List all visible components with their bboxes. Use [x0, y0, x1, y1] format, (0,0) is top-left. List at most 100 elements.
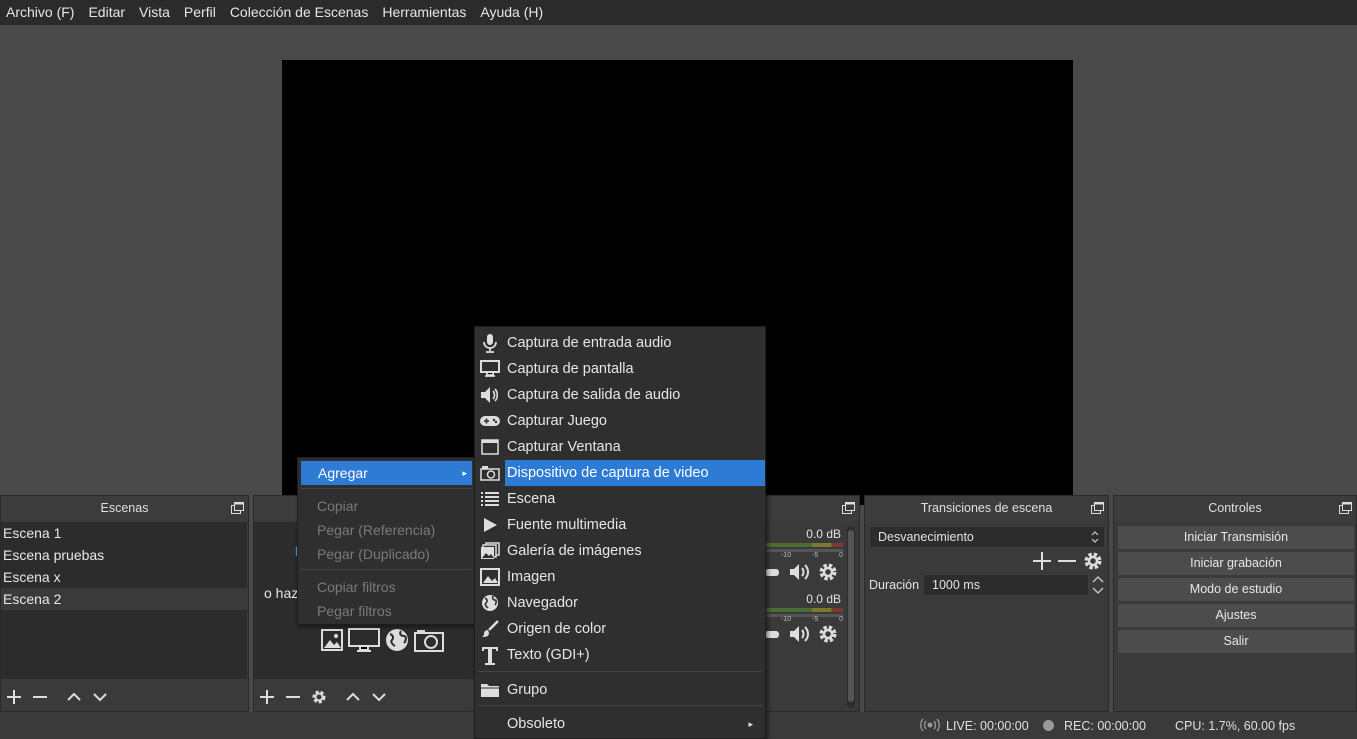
undock-icon[interactable]: [842, 502, 855, 514]
scene-item[interactable]: Escena pruebas: [1, 544, 247, 566]
add-transition-icon[interactable]: [1032, 551, 1052, 574]
scenes-toolbar: [1, 683, 248, 711]
audio-mixer-dock: 0.0 dB -10 -5 0 0.0 dB -10 -5 0: [764, 495, 860, 712]
submenu-arrow-icon: ▸: [462, 468, 467, 478]
exit-button[interactable]: Salir: [1118, 630, 1354, 653]
submenu-item-color-source[interactable]: Origen de color: [475, 616, 765, 642]
controls-dock: Controles Iniciar Transmisión Iniciar gr…: [1113, 495, 1357, 712]
duration-stepper-icon[interactable]: [1091, 573, 1105, 600]
menu-item-copiar-filtros[interactable]: Copiar filtros: [298, 575, 474, 599]
menu-archivo[interactable]: Archivo (F): [0, 0, 82, 25]
brush-icon: [475, 616, 505, 642]
submenu-item-game-capture[interactable]: Capturar Juego: [475, 408, 765, 434]
menu-separator: [478, 671, 762, 672]
duration-input[interactable]: 1000 ms: [923, 574, 1089, 596]
move-up-icon[interactable]: [65, 688, 83, 706]
cpu-status: CPU: 1.7%, 60.00 fps: [1175, 719, 1296, 733]
start-recording-button[interactable]: Iniciar grabación: [1118, 552, 1354, 575]
speaker-mute-icon[interactable]: [788, 562, 810, 585]
submenu-item-image-slideshow[interactable]: Galería de imágenes: [475, 538, 765, 564]
camera-icon: [414, 630, 444, 652]
menu-item-agregar[interactable]: Agregar ▸: [301, 461, 472, 485]
source-move-up-icon[interactable]: [344, 688, 362, 706]
chevron-updown-icon: [1090, 529, 1100, 551]
menu-coleccion-escenas[interactable]: Colección de Escenas: [224, 0, 377, 25]
add-source-icon[interactable]: [258, 688, 276, 706]
submenu-item-image[interactable]: Imagen: [475, 564, 765, 590]
menu-item-pegar-referencia[interactable]: Pegar (Referencia): [298, 518, 474, 542]
volume-slider-handle[interactable]: [765, 569, 779, 576]
submenu-item-audio-output[interactable]: Captura de salida de audio: [475, 382, 765, 408]
submenu-item-video-capture-device[interactable]: Dispositivo de captura de video: [475, 460, 765, 486]
monitor-icon: [475, 356, 505, 382]
highlighted-label: Dispositivo de captura de video: [505, 460, 765, 486]
menu-separator: [301, 488, 472, 489]
undock-icon[interactable]: [1091, 502, 1104, 514]
remove-transition-icon[interactable]: [1057, 551, 1077, 574]
microphone-icon: [475, 330, 505, 356]
transition-select[interactable]: Desvanecimiento: [869, 526, 1105, 548]
remove-source-icon[interactable]: [284, 688, 302, 706]
mixer-gear-icon[interactable]: [818, 624, 838, 647]
scene-item[interactable]: Escena x: [1, 566, 247, 588]
image-icon: [475, 564, 505, 590]
speaker-mute-icon[interactable]: [788, 624, 810, 647]
menu-bar: Archivo (F) Editar Vista Perfil Colecció…: [0, 0, 1357, 25]
mixer-gear-icon[interactable]: [818, 562, 838, 585]
transition-gear-icon[interactable]: [1083, 551, 1103, 574]
submenu-item-group[interactable]: Grupo: [475, 677, 765, 703]
globe-icon: [386, 629, 408, 651]
monitor-icon: [348, 628, 380, 652]
submenu-item-screen-capture[interactable]: Captura de pantalla: [475, 356, 765, 382]
submenu-item-obsolete[interactable]: Obsoleto ▸: [475, 711, 765, 737]
volume-meter: [765, 608, 843, 612]
menu-vista[interactable]: Vista: [133, 0, 178, 25]
speaker-icon: [475, 382, 505, 408]
camera-icon: [475, 460, 505, 486]
duration-value: 1000 ms: [932, 578, 980, 592]
source-move-down-icon[interactable]: [370, 688, 388, 706]
menu-herramientas[interactable]: Herramientas: [376, 0, 474, 25]
mixer-db-value: 0.0 dB: [806, 592, 841, 606]
mixer-dock-title: [765, 496, 859, 521]
source-properties-gear-icon[interactable]: [310, 688, 328, 706]
menu-item-pegar-filtros[interactable]: Pegar filtros: [298, 599, 474, 623]
meter-scale: -10 -5 0: [781, 616, 843, 623]
controls-dock-title: Controles: [1114, 496, 1356, 521]
menu-separator: [478, 705, 762, 706]
studio-mode-button[interactable]: Modo de estudio: [1118, 578, 1354, 601]
mixer-scrollbar-thumb[interactable]: [848, 530, 854, 702]
scene-item[interactable]: Escena 1: [1, 522, 247, 544]
submenu-item-scene[interactable]: Escena: [475, 486, 765, 512]
volume-slider-handle[interactable]: [765, 631, 779, 638]
submenu-item-media-source[interactable]: Fuente multimedia: [475, 512, 765, 538]
menu-item-pegar-duplicado[interactable]: Pegar (Duplicado): [298, 542, 474, 566]
menu-ayuda[interactable]: Ayuda (H): [474, 0, 551, 25]
start-streaming-button[interactable]: Iniciar Transmisión: [1118, 526, 1354, 549]
add-source-submenu: Captura de entrada audio Captura de pant…: [474, 326, 766, 739]
undock-icon[interactable]: [231, 502, 244, 514]
transitions-title: Transiciones de escena: [920, 501, 1053, 515]
undock-icon[interactable]: [1339, 502, 1352, 514]
sources-toolbar: [254, 683, 476, 711]
submenu-item-text[interactable]: Texto (GDI+): [475, 642, 765, 668]
mixer-scrollbar[interactable]: [847, 526, 855, 708]
remove-scene-icon[interactable]: [31, 688, 49, 706]
play-icon: [475, 512, 505, 538]
controls-title: Controles: [1208, 501, 1262, 515]
add-scene-icon[interactable]: [5, 688, 23, 706]
scene-item-selected[interactable]: Escena 2: [1, 588, 247, 610]
submenu-item-window-capture[interactable]: Capturar Ventana: [475, 434, 765, 460]
menu-perfil[interactable]: Perfil: [178, 0, 224, 25]
transitions-dock: Transiciones de escena Desvanecimiento D…: [864, 495, 1109, 712]
scenes-dock: Escenas Escena 1 Escena pruebas Escena x…: [0, 495, 249, 712]
menu-item-copiar[interactable]: Copiar: [298, 494, 474, 518]
settings-button[interactable]: Ajustes: [1118, 604, 1354, 627]
submenu-item-browser[interactable]: Navegador: [475, 590, 765, 616]
rec-indicator-icon: [1043, 720, 1054, 731]
live-status: LIVE: 00:00:00: [946, 719, 1029, 733]
scenes-title: Escenas: [100, 501, 149, 515]
submenu-item-audio-input[interactable]: Captura de entrada audio: [475, 330, 765, 356]
move-down-icon[interactable]: [91, 688, 109, 706]
menu-editar[interactable]: Editar: [82, 0, 133, 25]
